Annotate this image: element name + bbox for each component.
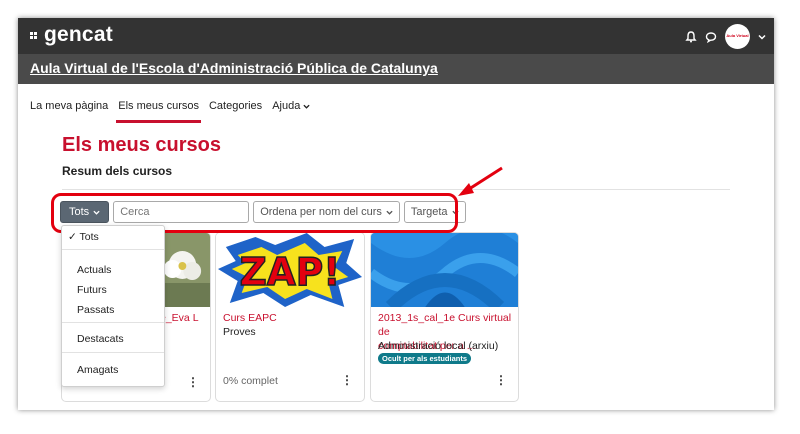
top-icons: Aula Virtual xyxy=(685,24,766,49)
filter-option-all[interactable]: ✓ Tots xyxy=(68,231,99,243)
filter-option-hidden[interactable]: Amagats xyxy=(77,364,118,376)
nav-item-help[interactable]: Ajuda xyxy=(272,100,310,112)
logo-text: gencat xyxy=(44,23,113,46)
nav-item-my-page[interactable]: La meva pàgina xyxy=(30,100,108,112)
nav-item-my-courses[interactable]: Els meus cursos xyxy=(116,100,201,123)
course-name[interactable]: e_Eva L xyxy=(160,311,199,325)
svg-text:ZAP!: ZAP! xyxy=(240,250,341,294)
avatar[interactable]: Aula Virtual xyxy=(725,24,750,49)
more-options-icon[interactable]: ⋮ xyxy=(187,375,199,389)
bell-icon[interactable] xyxy=(685,30,697,43)
chat-icon[interactable] xyxy=(705,31,717,43)
nav-item-categories[interactable]: Categories xyxy=(209,100,262,112)
check-icon: ✓ xyxy=(68,231,77,243)
course-image-zap: ZAP! xyxy=(216,233,364,307)
top-bar: gencat Aula Virtual xyxy=(18,18,774,54)
filter-option-past[interactable]: Passats xyxy=(77,304,114,316)
gencat-logo[interactable]: gencat xyxy=(30,23,113,47)
course-category: Administració local (arxiu) xyxy=(378,340,499,352)
course-card[interactable]: ZAP! Curs EAPC Proves 0% complet ⋮ xyxy=(215,232,365,402)
filter-dropdown-menu: ✓ Tots Actuals Futurs Passats Destacats … xyxy=(61,225,165,387)
filter-option-starred[interactable]: Destacats xyxy=(77,333,124,345)
course-card[interactable]: 2013_1s_cal_1e Curs virtual de comptabil… xyxy=(370,232,519,402)
filter-option-current[interactable]: Actuals xyxy=(77,264,111,276)
logo-dots-icon xyxy=(30,31,41,39)
browser-frame: gencat Aula Virtual Aula Virtual de l'Es… xyxy=(18,18,774,410)
nav-item-help-label: Ajuda xyxy=(272,100,301,112)
divider xyxy=(62,189,730,190)
course-category: Proves xyxy=(223,326,256,338)
primary-nav: La meva pàgina Els meus cursos Categorie… xyxy=(30,100,310,123)
filter-option-future[interactable]: Futurs xyxy=(77,284,107,296)
course-name[interactable]: Curs EAPC xyxy=(223,311,277,325)
divider xyxy=(62,322,164,323)
divider xyxy=(62,249,164,250)
course-image-blue-pattern xyxy=(371,233,518,307)
more-options-icon[interactable]: ⋮ xyxy=(341,373,353,387)
more-options-icon[interactable]: ⋮ xyxy=(495,373,507,387)
hidden-badge: Ocult per als estudiants xyxy=(378,353,472,364)
site-title-link[interactable]: Aula Virtual de l'Escola d'Administració… xyxy=(30,60,438,76)
section-title: Resum dels cursos xyxy=(62,164,173,178)
chevron-down-icon xyxy=(303,104,310,109)
chevron-down-icon[interactable] xyxy=(758,33,766,41)
page-title: Els meus cursos xyxy=(62,134,221,156)
site-bar: Aula Virtual de l'Escola d'Administració… xyxy=(18,54,774,84)
course-progress: 0% complet xyxy=(223,375,278,387)
divider xyxy=(62,352,164,353)
